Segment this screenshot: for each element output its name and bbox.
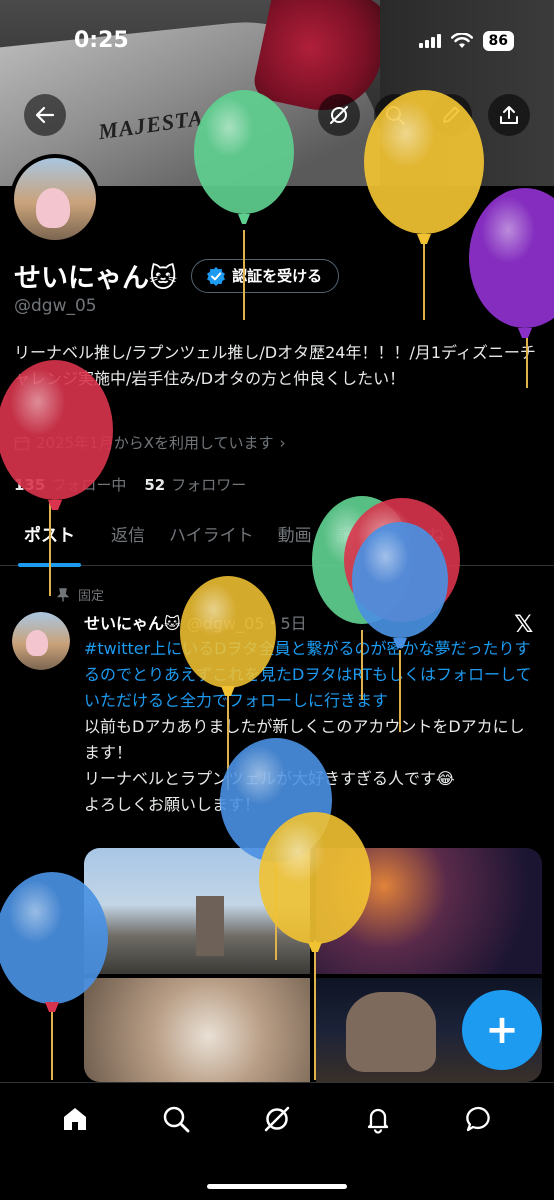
post-text[interactable]: #twitter上にいるDヲタ全員と繋がるのが密かな夢だったりするのでとりあえず… bbox=[84, 636, 534, 818]
tab-likes[interactable]: いいね bbox=[382, 508, 457, 566]
pin-icon bbox=[56, 587, 70, 601]
grok-button[interactable] bbox=[318, 94, 360, 136]
followers-link[interactable]: 52 フォロワー bbox=[144, 474, 246, 495]
nav-notifications[interactable] bbox=[348, 1097, 408, 1141]
search-icon bbox=[386, 106, 406, 126]
nav-search[interactable] bbox=[146, 1097, 206, 1141]
post-author-name[interactable]: せいにゃん🐱 bbox=[84, 610, 181, 634]
post-header: せいにゃん🐱 @dgw_05・5日 bbox=[84, 610, 307, 634]
compose-post-button[interactable]: + bbox=[462, 990, 542, 1070]
avatar-image bbox=[14, 158, 96, 240]
profile-joined-date[interactable]: 2025年1月からXを利用しています › bbox=[14, 432, 286, 453]
get-verified-button[interactable]: 認証を受ける bbox=[191, 258, 340, 293]
post-photo-food[interactable] bbox=[84, 978, 310, 1082]
nav-home[interactable] bbox=[45, 1097, 105, 1141]
calendar-icon bbox=[14, 435, 30, 450]
get-verified-label: 認証を受ける bbox=[232, 267, 323, 285]
back-button[interactable] bbox=[24, 94, 66, 136]
back-arrow-icon bbox=[35, 106, 55, 124]
post-avatar-image bbox=[12, 612, 70, 670]
pinned-indicator: 固定 bbox=[56, 585, 104, 604]
following-link[interactable]: 135 フォロー中 bbox=[14, 474, 126, 495]
status-time: 0:25 bbox=[74, 28, 129, 53]
profile-follow-stats: 135 フォロー中 52 フォロワー bbox=[14, 474, 246, 495]
nav-grok[interactable] bbox=[247, 1097, 307, 1141]
profile-display-name: せいにゃん🐱 bbox=[14, 263, 178, 294]
post-body-line: よろしくお願いします！ bbox=[84, 795, 261, 814]
tab-posts[interactable]: ポスト bbox=[0, 508, 99, 567]
tab-highlights[interactable]: ハイライト bbox=[157, 508, 266, 566]
bell-icon bbox=[368, 1108, 389, 1134]
edit-button[interactable] bbox=[430, 94, 472, 136]
search-icon bbox=[163, 1106, 190, 1133]
nav-messages[interactable] bbox=[449, 1097, 509, 1141]
joined-label: 2025年1月からXを利用しています bbox=[36, 434, 274, 452]
grok-icon bbox=[330, 106, 348, 124]
profile-name-row: せいにゃん🐱 認証を受ける bbox=[14, 256, 340, 295]
cellular-signal-icon bbox=[418, 34, 441, 48]
pencil-icon bbox=[443, 106, 460, 123]
profile-tabs: ポスト 返信 ハイライト 動画 記事 いいね bbox=[0, 508, 554, 567]
plus-icon: + bbox=[485, 1007, 519, 1053]
battery-indicator: 86 bbox=[482, 31, 514, 51]
tab-articles[interactable]: 記事 bbox=[324, 508, 382, 566]
post-photo-lanterns[interactable] bbox=[316, 848, 542, 974]
chevron-right-icon: › bbox=[279, 433, 286, 452]
x-logo-icon: 𝕏 bbox=[514, 610, 534, 638]
wifi-icon bbox=[450, 33, 473, 48]
search-button[interactable] bbox=[374, 94, 416, 136]
post-body-line: リーナベルとラプンツェルが大好きすぎる人です😂 bbox=[84, 769, 455, 788]
post-photo-castle[interactable] bbox=[84, 848, 310, 974]
post-body-line: 以前もDアカありましたが新しくこのアカウントをDアカにします！ bbox=[84, 717, 525, 762]
post-hashtag-text[interactable]: #twitter上にいるDヲタ全員と繋がるのが密かな夢だったりするのでとりあえず… bbox=[84, 636, 534, 714]
post-author-avatar[interactable] bbox=[12, 612, 70, 670]
tab-videos[interactable]: 動画 bbox=[266, 508, 324, 566]
pinned-label: 固定 bbox=[78, 589, 105, 604]
share-button[interactable] bbox=[488, 94, 530, 136]
message-icon bbox=[466, 1106, 491, 1132]
profile-avatar[interactable] bbox=[10, 154, 100, 244]
status-icons: 86 bbox=[418, 31, 514, 51]
profile-bio: リーナベル推し/ラプンツェル推し/Dオタ歴24年！！！/月1ディズニーチャレンジ… bbox=[14, 343, 536, 388]
bottom-navigation bbox=[0, 1082, 554, 1200]
home-indicator bbox=[207, 1184, 347, 1189]
home-icon bbox=[63, 1108, 86, 1130]
verified-badge-icon bbox=[207, 266, 226, 286]
post-meta: @dgw_05・5日 bbox=[186, 614, 307, 633]
tab-replies[interactable]: 返信 bbox=[99, 508, 157, 566]
profile-handle: @dgw_05 bbox=[14, 296, 97, 316]
banner-background bbox=[380, 0, 554, 186]
share-icon bbox=[500, 106, 518, 124]
grok-icon bbox=[264, 1106, 290, 1132]
